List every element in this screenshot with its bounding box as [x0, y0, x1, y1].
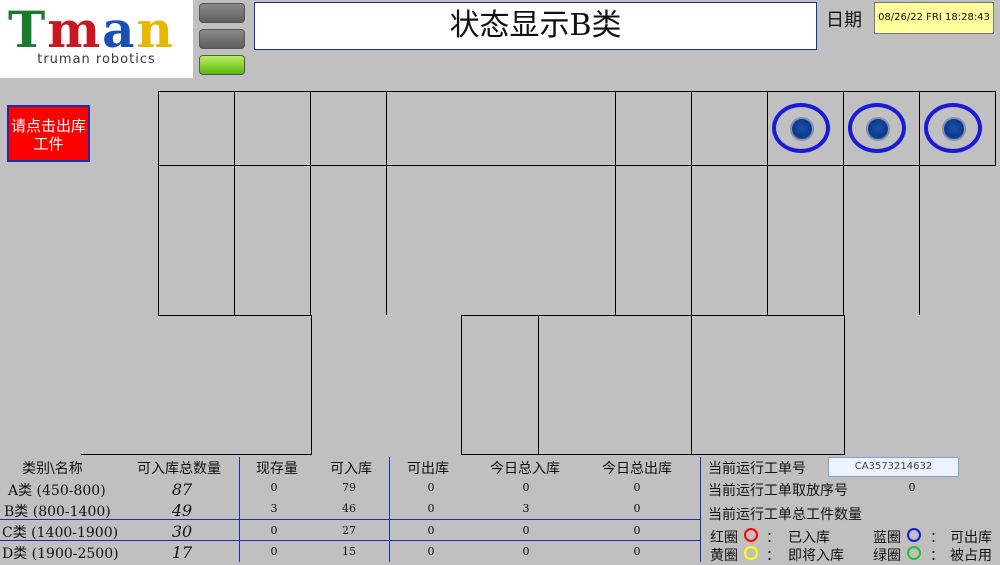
- row-in-ok-c: 27: [342, 524, 356, 537]
- legend-yellow-prefix: 黄圈: [710, 548, 738, 564]
- release-button-label: 请点击出库工件: [10, 117, 86, 153]
- indicator-lamp-1: [199, 3, 245, 23]
- company-logo: Tman truman robotics: [0, 0, 193, 78]
- legend-separator: ：: [930, 530, 944, 546]
- logo-brand-text: Tman: [8, 0, 175, 59]
- release-workpiece-button[interactable]: 请点击出库工件: [7, 105, 90, 162]
- row-out-ok-d: 0: [427, 545, 435, 558]
- row-stock-b: 3: [270, 502, 278, 515]
- row-capacity-b: 49: [171, 501, 193, 520]
- legend-red-meaning: 已入库: [788, 530, 830, 546]
- row-capacity-d: 17: [171, 543, 193, 562]
- legend-green-circle-icon: [907, 546, 921, 560]
- slot-circle-blue[interactable]: [848, 103, 906, 153]
- row-capacity-a: 87: [171, 480, 193, 499]
- date-label: 日期: [826, 10, 862, 31]
- row-category-b: B类 (800-1400): [4, 504, 111, 520]
- datetime-display: 08/26/22 FRI 18:28:43: [874, 2, 994, 34]
- row-in-ok-b: 46: [342, 502, 356, 515]
- legend-yellow-meaning: 即将入库: [788, 548, 844, 564]
- row-stock-a: 0: [270, 481, 278, 494]
- row-out-ok-a: 0: [427, 481, 435, 494]
- row-capacity-c: 30: [171, 522, 193, 541]
- row-today-in-c: 0: [522, 524, 530, 537]
- row-today-in-a: 0: [522, 481, 530, 494]
- row-out-ok-c: 0: [427, 524, 435, 537]
- legend-separator: ：: [930, 548, 944, 564]
- row-category-d: D类 (1900-2500): [2, 546, 119, 562]
- legend-separator: ：: [766, 548, 780, 564]
- row-category-c: C类 (1400-1900): [2, 525, 119, 541]
- table-header-stock: 现存量: [256, 461, 298, 477]
- row-category-a: A类 (450-800): [8, 483, 106, 499]
- workorder-total-label: 当前运行工单总工件数量: [708, 507, 862, 523]
- workorder-seq-value: 0: [908, 481, 916, 494]
- row-today-out-b: 0: [633, 502, 641, 515]
- row-today-out-c: 0: [633, 524, 641, 537]
- legend-separator: ：: [766, 530, 780, 546]
- workorder-seq-label: 当前运行工单取放序号: [708, 483, 848, 499]
- legend-red-circle-icon: [744, 528, 758, 542]
- table-header-category: 类别\名称: [22, 461, 83, 477]
- legend-blue-circle-icon: [907, 528, 921, 542]
- row-in-ok-d: 15: [342, 545, 356, 558]
- table-header-today-out: 今日总出库: [602, 461, 672, 477]
- row-today-out-a: 0: [633, 481, 641, 494]
- logo-subtext: truman robotics: [37, 52, 156, 67]
- slot-circle-blue[interactable]: [924, 103, 982, 153]
- indicator-lamp-3: [199, 55, 245, 75]
- legend-red-prefix: 红圈: [710, 530, 738, 546]
- indicator-lamp-2: [199, 29, 245, 49]
- legend-yellow-circle-icon: [744, 546, 758, 560]
- legend-blue-prefix: 蓝圈: [873, 530, 901, 546]
- row-today-in-d: 0: [522, 545, 530, 558]
- row-today-in-b: 3: [522, 502, 530, 515]
- slot-circle-blue[interactable]: [772, 103, 830, 153]
- row-in-ok-a: 79: [342, 481, 356, 494]
- legend-blue-meaning: 可出库: [950, 530, 992, 546]
- row-stock-c: 0: [270, 524, 278, 537]
- row-out-ok-b: 0: [427, 502, 435, 515]
- table-header-in-ok: 可入库: [330, 461, 372, 477]
- row-stock-d: 0: [270, 545, 278, 558]
- table-header-out-ok: 可出库: [407, 461, 449, 477]
- page-title: 状态显示B类: [254, 2, 817, 50]
- workorder-id-label: 当前运行工单号: [708, 461, 806, 477]
- workorder-id-field[interactable]: CA3573214632: [828, 457, 959, 477]
- row-today-out-d: 0: [633, 545, 641, 558]
- legend-green-meaning: 被占用: [950, 548, 992, 564]
- legend-green-prefix: 绿圈: [873, 548, 901, 564]
- table-header-today-in: 今日总入库: [490, 461, 560, 477]
- table-header-capacity: 可入库总数量: [137, 461, 221, 477]
